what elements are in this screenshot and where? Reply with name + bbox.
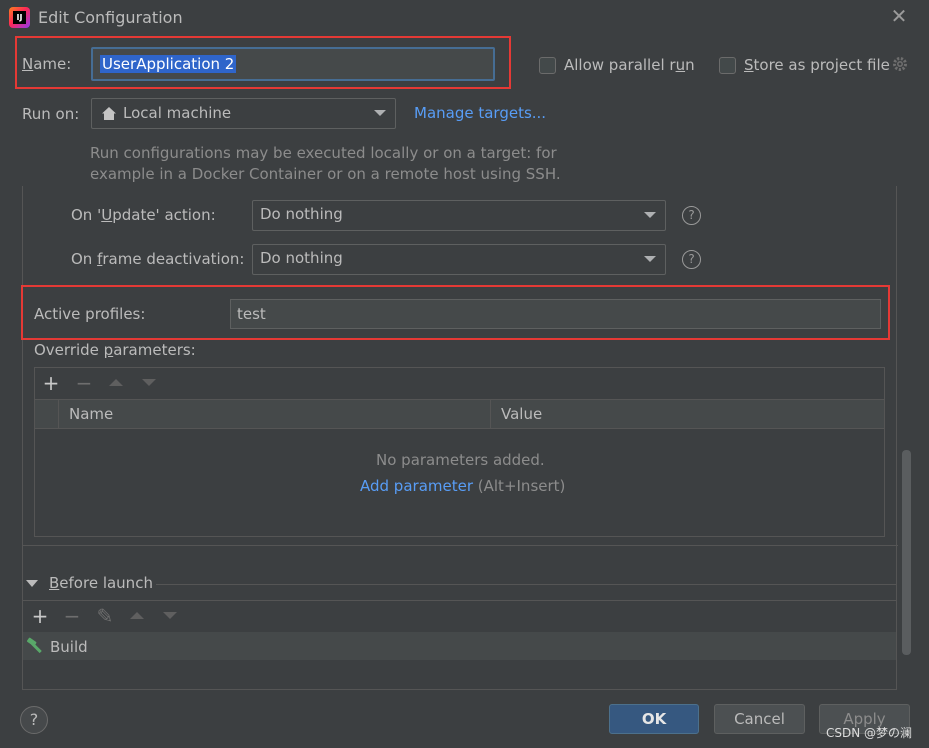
name-field-value: UserApplication 2 — [100, 55, 237, 73]
build-item-label: Build — [50, 638, 88, 656]
frame-deactivation-combo[interactable]: Do nothing — [252, 244, 666, 275]
edit-pencil-icon[interactable]: ✎ — [95, 606, 115, 626]
move-down-icon[interactable] — [163, 612, 177, 619]
run-on-hint-line-1: Run configurations may be executed local… — [90, 144, 557, 162]
home-icon — [101, 106, 117, 125]
empty-table-text: No parameters added. — [376, 451, 545, 469]
active-profiles-value: test — [237, 305, 266, 323]
before-launch-label[interactable]: Before launch — [49, 574, 153, 592]
chevron-down-icon — [644, 256, 656, 262]
window-title: Edit Configuration — [38, 8, 183, 27]
manage-targets-link[interactable]: Manage targets... — [414, 104, 546, 122]
move-up-icon[interactable] — [109, 379, 123, 386]
allow-parallel-run-label: Allow parallel run — [564, 56, 695, 74]
move-down-icon[interactable] — [142, 379, 156, 386]
hammer-icon — [26, 637, 44, 655]
name-label: Name: — [22, 55, 72, 73]
run-on-hint-line-2: example in a Docker Container or on a re… — [90, 165, 561, 183]
update-action-value: Do nothing — [260, 205, 343, 223]
active-profiles-label: Active profiles: — [34, 305, 146, 323]
header-divider — [490, 399, 491, 429]
chevron-down-icon — [644, 212, 656, 218]
name-field[interactable]: UserApplication 2 — [91, 47, 495, 81]
column-header-name[interactable]: Name — [69, 405, 113, 423]
remove-icon[interactable]: − — [74, 373, 94, 393]
update-action-combo[interactable]: Do nothing — [252, 200, 666, 231]
app-icon-glyph: IJ — [13, 11, 26, 24]
add-parameter-row: Add parameter (Alt+Insert) — [360, 477, 565, 495]
remove-icon[interactable]: − — [62, 606, 82, 626]
ok-button[interactable]: OK — [609, 704, 699, 734]
run-on-combo[interactable]: Local machine — [91, 98, 396, 129]
frame-deactivation-label: On frame deactivation: — [71, 250, 245, 268]
update-action-label: On 'Update' action: — [71, 206, 216, 224]
add-parameter-shortcut: (Alt+Insert) — [477, 477, 566, 495]
before-launch-separator — [156, 584, 896, 585]
move-up-icon[interactable] — [130, 612, 144, 619]
store-as-project-file-label: Store as project file — [744, 56, 890, 74]
scrollbar-thumb[interactable] — [902, 450, 911, 655]
override-parameters-label: Override parameters: — [34, 341, 196, 359]
header-divider — [58, 399, 59, 429]
add-icon[interactable]: + — [41, 373, 61, 393]
gear-icon[interactable] — [891, 55, 909, 73]
before-launch-toolbar — [22, 600, 897, 632]
help-glyph: ? — [29, 710, 39, 729]
frame-deactivation-value: Do nothing — [260, 249, 343, 267]
close-icon[interactable]: ✕ — [889, 6, 909, 26]
pane-bottom-border — [22, 545, 898, 546]
add-parameter-link[interactable]: Add parameter — [360, 477, 473, 495]
collapse-arrow-icon[interactable] — [26, 580, 38, 587]
active-profiles-input[interactable]: test — [230, 299, 881, 329]
intellij-app-icon: IJ — [9, 7, 30, 28]
store-as-project-file-checkbox[interactable] — [719, 57, 736, 74]
run-on-value: Local machine — [123, 104, 232, 122]
help-icon[interactable]: ? — [20, 706, 48, 734]
allow-parallel-run-checkbox[interactable] — [539, 57, 556, 74]
add-icon[interactable]: + — [30, 606, 50, 626]
parameters-table-header — [35, 399, 884, 429]
watermark: CSDN @梦の澜 — [826, 726, 913, 740]
chevron-down-icon — [374, 110, 386, 116]
help-icon[interactable]: ? — [682, 206, 701, 225]
list-item[interactable] — [23, 632, 896, 660]
run-on-label: Run on: — [22, 105, 80, 123]
help-icon[interactable]: ? — [682, 250, 701, 269]
column-header-value[interactable]: Value — [501, 405, 542, 423]
cancel-button[interactable]: Cancel — [714, 704, 805, 734]
